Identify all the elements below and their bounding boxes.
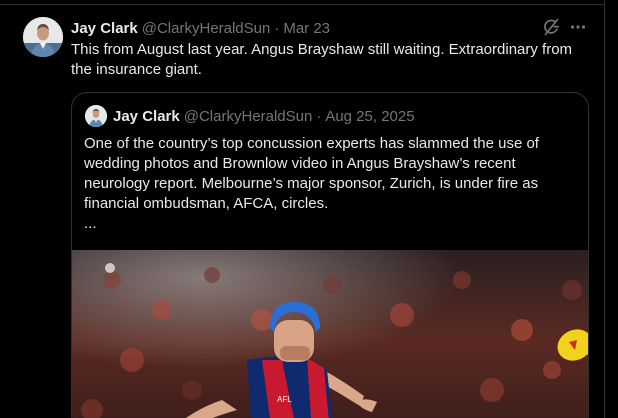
quoted-tweet-date[interactable]: Aug 25, 2025	[325, 108, 414, 125]
quoted-tweet-text: One of the country’s top concussion expe…	[84, 135, 539, 212]
quoted-author-handle[interactable]: @ClarkyHeraldSun	[184, 108, 313, 125]
author-avatar[interactable]	[23, 17, 63, 57]
quoted-author-avatar[interactable]	[85, 105, 107, 127]
quoted-author-name[interactable]: Jay Clark	[113, 108, 180, 125]
column-border	[604, 0, 605, 418]
tweet-header: Jay Clark @ClarkyHeraldSun · Mar 23	[71, 18, 330, 38]
header-separator: ·	[274, 19, 280, 37]
quoted-header-separator: ·	[316, 108, 322, 125]
more-options-icon[interactable]	[568, 17, 588, 37]
author-name[interactable]: Jay Clark	[71, 20, 138, 37]
svg-text:AFL: AFL	[277, 395, 292, 404]
quoted-tweet-card[interactable]: Jay Clark @ClarkyHeraldSun · Aug 25, 202…	[71, 92, 589, 418]
author-handle[interactable]: @ClarkyHeraldSun	[142, 20, 271, 37]
tweet-date[interactable]: Mar 23	[283, 20, 330, 37]
tweet-text: This from August last year. Angus Braysh…	[71, 41, 573, 78]
quoted-tweet-photo[interactable]: AFL	[72, 250, 588, 418]
grok-icon[interactable]	[541, 17, 561, 37]
timeline-divider	[0, 4, 604, 5]
quoted-tweet-truncation: ...	[84, 215, 97, 232]
quoted-tweet-header: Jay Clark @ClarkyHeraldSun · Aug 25, 202…	[113, 107, 415, 126]
